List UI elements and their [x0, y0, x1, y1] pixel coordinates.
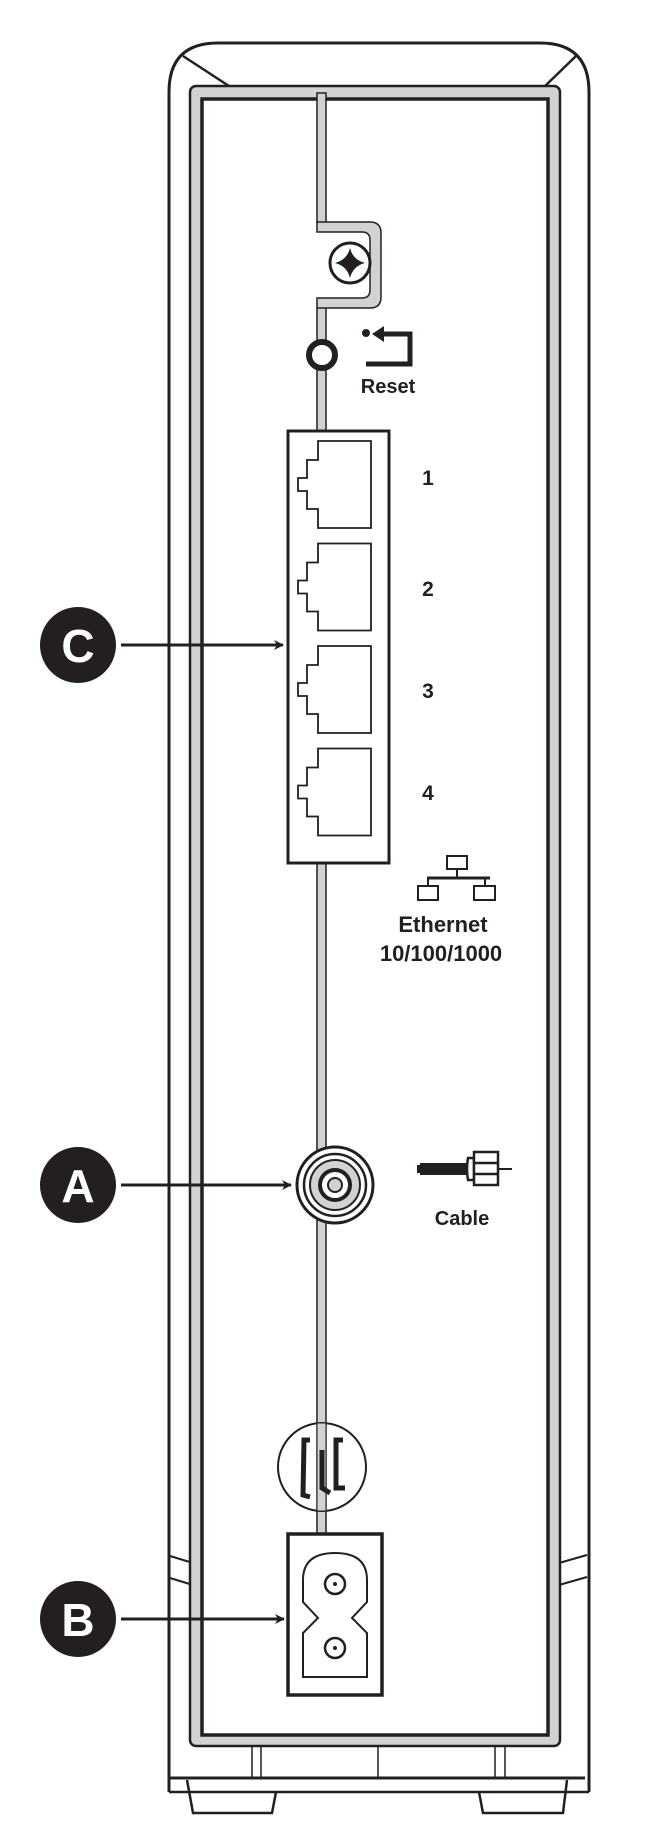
- ethernet-label: Ethernet: [398, 912, 488, 937]
- coax-connector[interactable]: [295, 1145, 375, 1225]
- modem-rear-diagram: Reset 1 2 3 4 Ethernet 10/100/1000 Cable…: [40, 41, 591, 1815]
- port-number-3: 3: [422, 680, 434, 703]
- reset-label: Reset: [361, 376, 416, 398]
- ethernet-speed-label: 10/100/1000: [380, 941, 502, 966]
- screw-icon: [328, 241, 372, 285]
- modem-base: [169, 1746, 589, 1815]
- power-socket[interactable]: [286, 1532, 384, 1697]
- port-number-2: 2: [422, 578, 434, 601]
- callout-c-letter: C: [61, 620, 94, 672]
- reset-button[interactable]: [306, 339, 338, 371]
- port-number-1: 1: [422, 467, 434, 490]
- callout-a-letter: A: [61, 1160, 94, 1212]
- cable-label: Cable: [435, 1208, 489, 1230]
- port-number-4: 4: [422, 782, 434, 805]
- callout-b-letter: B: [61, 1594, 94, 1646]
